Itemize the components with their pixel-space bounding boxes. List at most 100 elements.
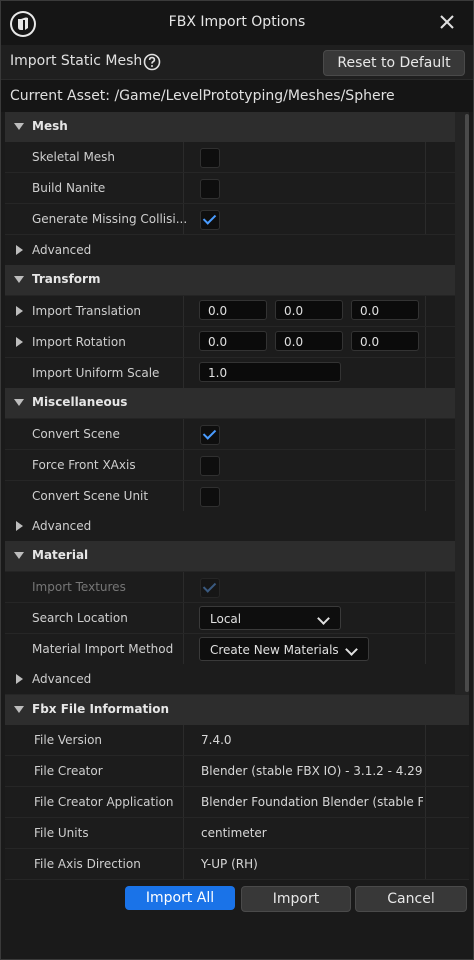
- info-label: File Creator: [34, 764, 103, 778]
- generate-collision-checkbox[interactable]: [200, 210, 220, 230]
- import-all-button[interactable]: Import All: [125, 886, 235, 910]
- rotation-x-input[interactable]: 0.0: [199, 331, 267, 351]
- scrollbar[interactable]: [465, 114, 469, 692]
- mesh-advanced-row[interactable]: Advanced: [5, 235, 455, 266]
- category-transform[interactable]: Transform: [5, 265, 455, 295]
- dropdown-value: Create New Materials: [210, 643, 339, 657]
- prop-convert-scene-unit: Convert Scene Unit: [5, 481, 455, 512]
- skeletal-mesh-checkbox[interactable]: [200, 148, 220, 168]
- prop-label: Generate Missing Collisi...: [32, 212, 188, 226]
- category-label: Fbx File Information: [32, 702, 170, 716]
- cancel-button[interactable]: Cancel: [355, 886, 467, 912]
- rotation-y-input[interactable]: 0.0: [275, 331, 343, 351]
- category-label: Transform: [32, 272, 101, 286]
- collapsed-arrow-icon[interactable]: [16, 306, 23, 316]
- translation-z-input[interactable]: 0.0: [351, 300, 419, 320]
- advanced-label: Advanced: [32, 519, 92, 533]
- prop-label: Import Uniform Scale: [32, 366, 160, 380]
- build-nanite-checkbox[interactable]: [200, 179, 220, 199]
- expand-arrow-icon: [14, 123, 24, 130]
- prop-import-textures: Import Textures: [5, 572, 455, 603]
- prop-label: Import Rotation: [32, 335, 126, 349]
- info-value: 7.4.0: [201, 733, 232, 747]
- chevron-down-icon: [317, 612, 330, 625]
- info-value: Y-UP (RH): [201, 857, 258, 871]
- prop-label: Convert Scene: [32, 427, 120, 441]
- chevron-down-icon: [345, 643, 358, 656]
- category-label: Mesh: [32, 119, 68, 133]
- dialog-footer: Import All Import Cancel: [1, 881, 473, 959]
- prop-label: Import Textures: [32, 580, 126, 594]
- collapsed-arrow-icon: [16, 521, 23, 531]
- reset-to-default-button[interactable]: Reset to Default: [323, 50, 465, 76]
- advanced-label: Advanced: [32, 243, 92, 257]
- info-label: File Creator Application: [34, 795, 174, 809]
- expand-arrow-icon: [14, 399, 24, 406]
- dropdown-value: Local: [210, 612, 242, 626]
- category-material[interactable]: Material: [5, 541, 455, 571]
- category-label: Material: [32, 548, 89, 562]
- import-type-label: Import Static Mesh: [10, 53, 143, 69]
- category-fbx-file-information[interactable]: Fbx File Information: [5, 695, 469, 725]
- info-row-file-units: File Units centimeter: [5, 818, 469, 849]
- details-panel: Mesh Skeletal Mesh Build Nanite Generate…: [5, 112, 469, 880]
- prop-import-translation: Import Translation 0.0 0.0 0.0: [5, 296, 455, 327]
- translation-x-input[interactable]: 0.0: [199, 300, 267, 320]
- current-asset-label: Current Asset: /Game/LevelPrototyping/Me…: [10, 88, 395, 104]
- rotation-z-input[interactable]: 0.0: [351, 331, 419, 351]
- info-row-file-creator: File Creator Blender (stable FBX IO) - 3…: [5, 756, 469, 787]
- info-value: centimeter: [201, 826, 267, 840]
- collapsed-arrow-icon: [16, 245, 23, 255]
- prop-label: Skeletal Mesh: [32, 150, 116, 164]
- prop-import-rotation: Import Rotation 0.0 0.0 0.0: [5, 327, 455, 358]
- prop-import-uniform-scale: Import Uniform Scale 1.0: [5, 358, 455, 389]
- prop-material-import-method: Material Import Method Create New Materi…: [5, 634, 455, 665]
- prop-label: Force Front XAxis: [32, 458, 136, 472]
- category-mesh[interactable]: Mesh: [5, 112, 455, 142]
- info-label: File Version: [34, 733, 103, 747]
- prop-label: Convert Scene Unit: [32, 489, 149, 503]
- close-icon[interactable]: [437, 12, 457, 32]
- title-bar: FBX Import Options: [1, 1, 473, 45]
- translation-y-input[interactable]: 0.0: [275, 300, 343, 320]
- category-label: Miscellaneous: [32, 395, 128, 409]
- current-asset-row: Current Asset: /Game/LevelPrototyping/Me…: [1, 79, 473, 112]
- force-front-xaxis-checkbox[interactable]: [200, 456, 220, 476]
- uniform-scale-input[interactable]: 1.0: [199, 362, 341, 382]
- window-title: FBX Import Options: [168, 14, 306, 30]
- misc-advanced-row[interactable]: Advanced: [5, 511, 455, 542]
- info-value: Blender Foundation Blender (stable FB: [201, 795, 423, 809]
- convert-scene-checkbox[interactable]: [200, 425, 220, 445]
- prop-label: Import Translation: [32, 304, 142, 318]
- info-row-file-version: File Version 7.4.0: [5, 725, 469, 756]
- expand-arrow-icon: [14, 552, 24, 559]
- convert-scene-unit-checkbox[interactable]: [200, 487, 220, 507]
- info-value: Blender (stable FBX IO) - 3.1.2 - 4.29.1: [201, 764, 423, 778]
- material-advanced-row[interactable]: Advanced: [5, 664, 455, 695]
- material-import-method-dropdown[interactable]: Create New Materials: [199, 637, 369, 661]
- info-label: File Axis Direction: [34, 857, 141, 871]
- prop-search-location: Search Location Local: [5, 603, 455, 634]
- import-textures-checkbox: [200, 578, 220, 598]
- help-icon[interactable]: [143, 53, 161, 71]
- expand-arrow-icon: [14, 276, 24, 283]
- expand-arrow-icon: [14, 706, 24, 713]
- prop-generate-collision: Generate Missing Collisi...: [5, 204, 455, 235]
- collapsed-arrow-icon: [16, 674, 23, 684]
- prop-label: Search Location: [32, 611, 128, 625]
- prop-force-front-xaxis: Force Front XAxis: [5, 450, 455, 481]
- advanced-label: Advanced: [32, 672, 92, 686]
- prop-label: Material Import Method: [32, 642, 174, 656]
- category-miscellaneous[interactable]: Miscellaneous: [5, 388, 455, 418]
- info-label: File Units: [34, 826, 89, 840]
- import-header: Import Static Mesh Reset to Default: [1, 45, 473, 79]
- prop-build-nanite: Build Nanite: [5, 173, 455, 204]
- prop-label: Build Nanite: [32, 181, 106, 195]
- prop-convert-scene: Convert Scene: [5, 419, 455, 450]
- import-button[interactable]: Import: [241, 886, 351, 912]
- collapsed-arrow-icon[interactable]: [16, 337, 23, 347]
- search-location-dropdown[interactable]: Local: [199, 606, 341, 630]
- fbx-import-dialog: FBX Import Options Import Static Mesh Re…: [0, 0, 474, 960]
- info-row-file-axis-direction: File Axis Direction Y-UP (RH): [5, 849, 469, 880]
- prop-skeletal-mesh: Skeletal Mesh: [5, 142, 455, 173]
